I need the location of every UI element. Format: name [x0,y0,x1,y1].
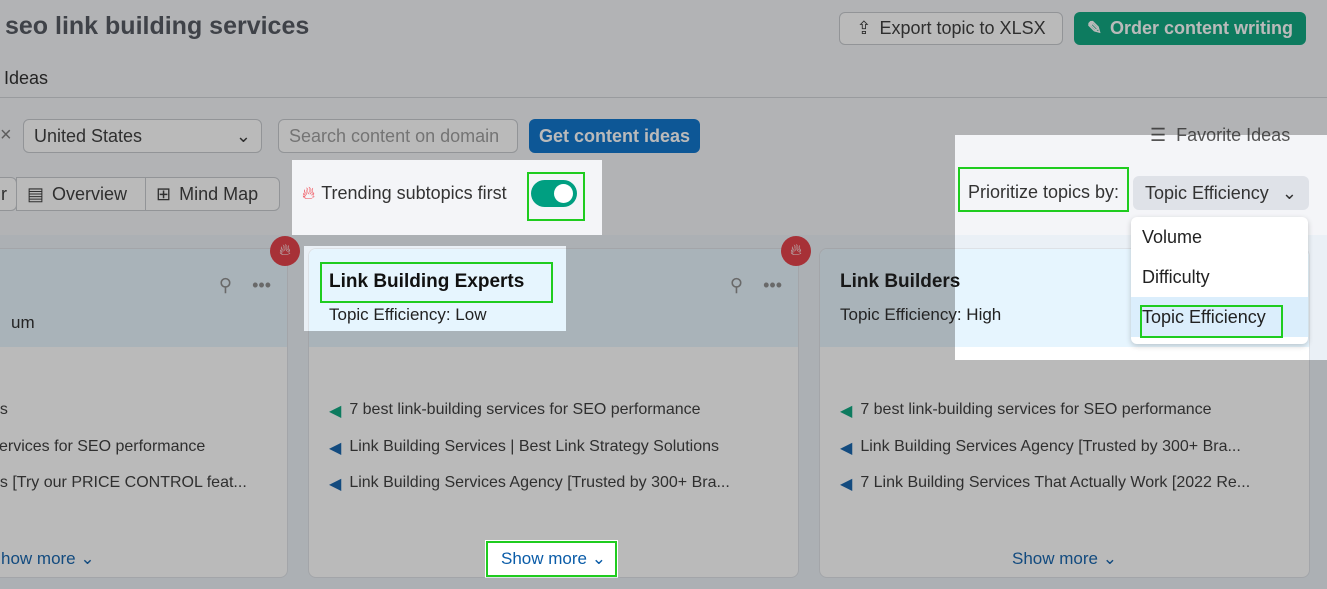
country-select[interactable]: United States ⌄ [23,119,262,153]
upload-icon: ⇪ [856,18,872,38]
search-domain-input[interactable]: Search content on domain [278,119,518,153]
chevron-down-icon: ⌄ [1281,182,1297,203]
favorite-label: Favorite Ideas [1176,125,1291,145]
favorite-ideas-button[interactable]: ☰ Favorite Ideas [1150,125,1290,146]
megaphone-icon: ◀ [329,476,342,493]
prioritize-select[interactable]: Topic Efficiency ⌄ [1133,176,1309,210]
overview-label: Overview [52,183,128,204]
prioritize-label: Prioritize topics by: [968,182,1120,202]
search-icon[interactable]: ⚲ [219,275,232,296]
edit-icon: ✎ [1086,18,1103,38]
headline-item[interactable]: ◀ 7 Link Building Services That Actually … [840,474,1250,494]
headline-item[interactable]: ◀ Link Building Services | Best Link Stra… [329,438,719,458]
view-mindmap-button[interactable]: ⊞ Mind Map [145,177,280,211]
megaphone-icon: ◀ [840,440,853,457]
headline-text: 7 Link Building Services That Actually W… [860,474,1251,491]
export-label: Export topic to XLSX [879,18,1046,38]
mindmap-icon: ⊞ [156,183,172,204]
megaphone-icon: ◀ [329,440,342,457]
show-more-label: Show more [501,549,587,568]
order-label: Order content writing [1110,18,1294,38]
headline-text: Link Building Services Agency [Trusted b… [860,438,1241,455]
headline-item[interactable]: ◀ Link Building Services Agency [Trusted … [840,438,1241,458]
headline-text: Link Building Services Agency [Trusted b… [349,474,730,491]
export-xlsx-button[interactable]: ⇪ Export topic to XLSX [839,12,1063,45]
card-efficiency: Topic Efficiency: Low [329,305,487,324]
headline-item[interactable]: ◀ Link Building Services Agency [Trusted … [329,474,730,494]
page-title: seo link building services [5,12,310,40]
clear-icon[interactable]: × [0,124,12,147]
option-difficulty[interactable]: Difficulty [1131,257,1308,297]
fire-icon: 🔥︎ [302,183,316,203]
chevron-down-icon: ⌄ [235,126,251,146]
order-content-button[interactable]: ✎ Order content writing [1074,12,1306,45]
trending-fire-badge: 🔥︎ [781,236,811,266]
prioritize-value: Topic Efficiency [1145,182,1269,203]
megaphone-icon: ◀ [840,403,853,420]
overview-icon: ▤ [27,183,45,204]
card-efficiency: um [11,313,35,332]
divider [0,97,1327,98]
prioritize-dropdown-menu: Volume Difficulty Topic Efficiency [1131,217,1308,344]
trending-label: 🔥︎ Trending subtopics first [302,183,507,204]
headline-item[interactable]: services for SEO performance [0,438,205,456]
card-title: Link Building Experts [329,271,525,292]
headline-item[interactable]: ◀ 7 best link-building services for SEO p… [329,401,701,421]
show-more-link[interactable]: Show more ⌄ [309,549,798,569]
option-volume[interactable]: Volume [1131,217,1308,257]
headline-item[interactable]: es [0,401,8,419]
headline-item[interactable]: ◀ 7 best link-building services for SEO p… [840,401,1212,421]
show-more-label: Show more [1012,549,1098,568]
option-topic-efficiency[interactable]: Topic Efficiency [1131,297,1308,337]
trending-fire-badge: 🔥︎ [270,236,300,266]
view-partial-label: r [1,183,7,204]
headline-item[interactable]: es [Try our PRICE CONTROL feat... [0,474,247,492]
search-icon[interactable]: ⚲ [730,275,743,296]
topic-card: um ⚲••• es services for SEO performance … [0,248,288,578]
more-icon[interactable]: ••• [252,275,271,296]
show-more-link[interactable]: how more ⌄ [1,549,287,569]
view-partial-button[interactable]: r [0,177,17,211]
megaphone-icon: ◀ [329,403,342,420]
mindmap-label: Mind Map [179,183,259,204]
show-more-link[interactable]: Show more ⌄ [820,549,1309,569]
list-icon: ☰ [1150,125,1167,145]
topic-card: Link Building Experts Topic Efficiency: L… [308,248,799,578]
megaphone-icon: ◀ [840,476,853,493]
get-content-ideas-button[interactable]: Get content ideas [529,119,700,153]
headline-text: 7 best link-building services for SEO pe… [860,401,1212,418]
view-overview-button[interactable]: ▤ Overview [16,177,146,211]
country-value: United States [34,126,143,146]
trending-text: Trending subtopics first [321,183,507,203]
tab-ideas[interactable]: Ideas [4,68,48,89]
headline-text: Link Building Services | Best Link Strat… [349,438,719,455]
headline-text: 7 best link-building services for SEO pe… [349,401,701,418]
show-more-label: how more [1,549,76,568]
more-icon[interactable]: ••• [763,275,782,296]
trending-toggle[interactable] [531,180,577,207]
